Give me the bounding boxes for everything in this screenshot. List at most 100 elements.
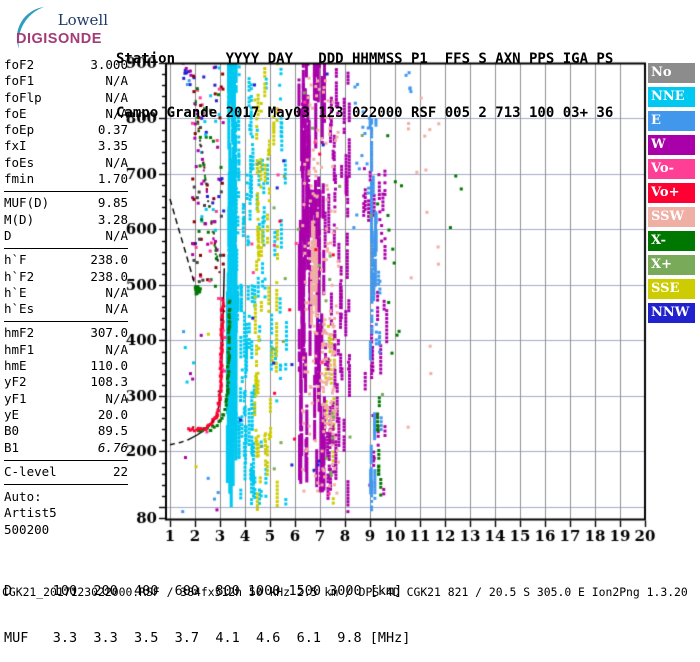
legend-item-ssw: SSW — [648, 207, 695, 227]
param-row-B1: B1 6.76 — [4, 440, 128, 456]
param-row-foFlp: foFlp N/A — [4, 90, 128, 106]
header-row-values: Campo Grande 2017 May03 123 022000 RSF 0… — [116, 105, 614, 121]
param-label: C-level — [4, 463, 57, 479]
legend-item-x-plus: X+ — [648, 255, 695, 275]
param-row-hF2: h`F2 238.0 — [4, 269, 128, 285]
param-value: 3.35 — [97, 138, 128, 154]
digisonde-logo: Lowell DIGISONDE — [16, 7, 109, 49]
legend-item-vo-minus: Vo- — [648, 159, 695, 179]
param-value: N/A — [105, 284, 128, 300]
param-label: foE — [4, 105, 27, 121]
param-value: 108.3 — [90, 374, 128, 390]
param-label: h`F2 — [4, 268, 35, 284]
param-row-yE: yE 20.0 — [4, 407, 128, 423]
legend-item-nnw: NNW — [648, 303, 695, 323]
param-label: D — [4, 227, 12, 243]
param-value: 22 — [112, 463, 128, 479]
param-row-yF1: yF1 N/A — [4, 391, 128, 407]
param-row-hF: h`F 238.0 — [4, 252, 128, 268]
param-value: 89.5 — [97, 423, 128, 439]
param-label: foF2 — [4, 57, 35, 72]
param-row-fxI: fxI 3.35 — [4, 138, 128, 154]
param-divider — [4, 321, 128, 323]
param-label: yF2 — [4, 374, 27, 390]
legend-item-x-minus: X- — [648, 231, 695, 251]
param-row-fmin: fmin 1.70 — [4, 171, 128, 187]
param-row-hmF1: hmF1 N/A — [4, 342, 128, 358]
legend-item-w: W — [648, 135, 695, 155]
param-value: 238.0 — [90, 268, 128, 284]
logo-lowell-text: Lowell — [58, 11, 109, 29]
autoscaling-line: Auto: — [4, 489, 42, 505]
legend-item-vo-plus: Vo+ — [648, 183, 695, 203]
param-value: N/A — [105, 105, 128, 121]
footer-info: CGK21_2017123022000.RSF / 384fx512h 50 k… — [2, 585, 688, 599]
param-label: M(D) — [4, 211, 35, 227]
param-row-B0: B0 89.5 — [4, 423, 128, 439]
param-value: 238.0 — [90, 252, 128, 268]
param-row-foEp: foEp 0.37 — [4, 122, 128, 138]
param-label: h`E — [4, 284, 27, 300]
legend-item-e: E — [648, 111, 695, 131]
ionogram-page: { "logo": { "lowell": "Lowell", "digison… — [0, 0, 700, 645]
logo-digisonde-text: DIGISONDE — [16, 31, 102, 47]
param-row-foEs: foEs N/A — [4, 155, 128, 171]
header-row-labels: Station YYYY DAY DDD HHMMSS P1 FFS S AXN… — [116, 51, 614, 67]
param-value: N/A — [105, 341, 128, 357]
param-row-hEs: h`Es N/A — [4, 301, 128, 317]
param-label: B1 — [4, 439, 20, 455]
param-row-foF2: foF2 3.000 — [4, 57, 128, 73]
param-value: 0.37 — [97, 122, 128, 138]
param-value: N/A — [105, 154, 128, 170]
param-label: yE — [4, 406, 20, 422]
param-value: 9.85 — [97, 195, 128, 211]
param-row-hmE: hmE 110.0 — [4, 358, 128, 374]
param-row-D: D N/A — [4, 228, 128, 244]
param-divider — [4, 459, 128, 461]
param-value: 3.28 — [97, 211, 128, 227]
param-label: foFlp — [4, 89, 42, 105]
param-label: B0 — [4, 423, 20, 439]
param-value: 307.0 — [90, 325, 128, 341]
param-divider — [4, 484, 128, 486]
param-value: 110.0 — [90, 358, 128, 374]
param-value: N/A — [105, 390, 128, 406]
param-value: N/A — [105, 227, 128, 243]
param-row-MUFD: MUF(D) 9.85 — [4, 195, 128, 211]
param-row-foF1: foF1 N/A — [4, 73, 128, 89]
param-label: yF1 — [4, 390, 27, 406]
param-divider — [4, 248, 128, 250]
param-divider — [4, 191, 128, 193]
param-value: 1.70 — [97, 171, 128, 187]
muf-table-muf-row: MUF 3.3 3.3 3.5 3.7 4.1 4.6 6.1 9.8 [MHz… — [4, 629, 411, 646]
param-value: 6.76 — [97, 439, 128, 455]
param-row-Clevel: C-level 22 — [4, 464, 128, 480]
param-value: N/A — [105, 89, 128, 105]
param-label: hmF1 — [4, 341, 35, 357]
param-label: hmF2 — [4, 325, 35, 341]
echo-direction-legend: No Val NNE EW Vo- Vo+ SSW X- X+ SSE NNW — [648, 63, 695, 327]
param-label: fmin — [4, 171, 35, 187]
param-label: hmE — [4, 358, 27, 374]
autoscaling-line: Artist5 — [4, 505, 57, 521]
legend-item-sse: SSE — [648, 279, 695, 299]
legend-item-nne: NNE — [648, 87, 695, 107]
station-header: Station YYYY DAY DDD HHMMSS P1 FFS S AXN… — [116, 14, 613, 140]
param-row-foE: foE N/A — [4, 106, 128, 122]
param-value: N/A — [105, 301, 128, 317]
param-value: N/A — [105, 73, 128, 89]
autoscaling-info: Auto: Artist5 500200 — [4, 489, 128, 538]
param-row-yF2: yF2 108.3 — [4, 374, 128, 390]
parameter-panel: foF2 3.000 foF1 N/A foFlp N/A foE N/A foEp 0.37 fx… — [4, 57, 128, 538]
param-label: foEs — [4, 154, 35, 170]
param-row-hE: h`E N/A — [4, 285, 128, 301]
param-label: MUF(D) — [4, 195, 50, 211]
param-row-hmF2: hmF2 307.0 — [4, 325, 128, 341]
param-label: h`Es — [4, 301, 35, 317]
param-value: 3.000 — [90, 57, 128, 72]
param-value: 20.0 — [97, 406, 128, 422]
param-label: fxI — [4, 138, 27, 154]
autoscaling-line: 500200 — [4, 521, 50, 537]
param-label: foEp — [4, 122, 35, 138]
muf-table: D 100 200 400 600 800 1000 1500 3000 [km… — [4, 553, 410, 662]
